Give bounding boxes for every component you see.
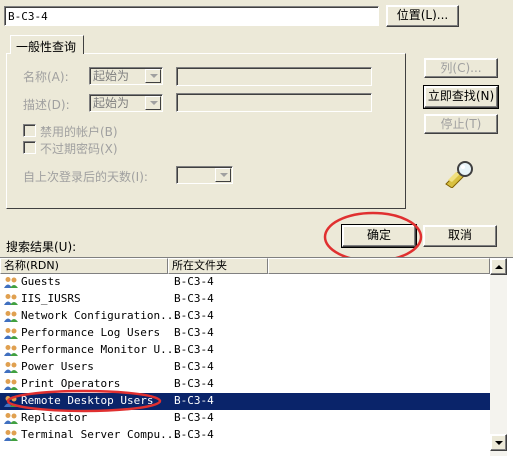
disabled-accounts-checkbox[interactable] [23, 124, 36, 137]
row-name: IIS_IUSRS [21, 292, 81, 305]
row-folder: B-C3-4 [174, 360, 214, 373]
results-list[interactable]: 名称(RDN) 所在文件夹 Guests B-C3-4 IIS_IUSRS B-C3-… [0, 257, 513, 456]
desc-label: 描述(D): [23, 98, 70, 112]
row-folder: B-C3-4 [174, 326, 214, 339]
row-name: Performance Log Users [21, 326, 161, 339]
scroll-up-button[interactable] [490, 258, 507, 275]
scroll-down-button[interactable] [490, 434, 507, 451]
column-header-empty [268, 258, 490, 274]
scroll-down-icon [495, 441, 503, 445]
tab-general-query[interactable]: 一般性查询 [10, 35, 84, 54]
group-icon [4, 294, 18, 305]
table-row[interactable]: Performance Log Users B-C3-4 [0, 325, 490, 342]
group-icon [4, 328, 18, 339]
scroll-up-icon [495, 265, 503, 269]
non-expiring-checkbox[interactable] [23, 141, 36, 154]
desc-input[interactable] [176, 93, 372, 112]
row-name: Network Configuration... [21, 309, 180, 322]
row-name: Power Users [21, 360, 94, 373]
column-header-name[interactable]: 名称(RDN) [0, 258, 168, 274]
row-name: Guests [21, 275, 61, 288]
name-mode-select[interactable]: 起始为 [89, 67, 163, 85]
desc-mode-value: 起始为 [93, 96, 130, 110]
table-row[interactable]: Terminal Server Compu... B-C3-4 [0, 427, 490, 444]
row-name: Terminal Server Compu... [21, 428, 180, 441]
stop-button[interactable]: 停止(T) [424, 114, 498, 134]
tab-label: 一般性查询 [16, 40, 77, 54]
group-icon [4, 430, 18, 441]
column-header-folder[interactable]: 所在文件夹 [168, 258, 268, 274]
row-folder: B-C3-4 [174, 411, 214, 424]
location-value: B-C3-4 [8, 10, 48, 23]
columns-button[interactable]: 列(C)... [424, 58, 498, 78]
table-row[interactable]: Power Users B-C3-4 [0, 359, 490, 376]
chevron-down-icon [145, 96, 161, 110]
row-folder: B-C3-4 [174, 275, 214, 288]
location-button[interactable]: 位置(L)... [386, 5, 459, 27]
row-folder: B-C3-4 [174, 428, 214, 441]
table-row[interactable]: IIS_IUSRS B-C3-4 [0, 291, 490, 308]
group-icon [4, 413, 18, 424]
search-flashlight-icon [445, 161, 473, 188]
group-icon [4, 311, 18, 322]
name-mode-value: 起始为 [93, 69, 130, 83]
disabled-accounts-label: 禁用的帐户(B) [40, 125, 118, 139]
row-folder: B-C3-4 [174, 377, 214, 390]
group-icon [4, 362, 18, 373]
group-icon [4, 345, 18, 356]
results-rows: Guests B-C3-4 IIS_IUSRS B-C3-4 Network Confi… [0, 274, 490, 456]
name-label: 名称(A): [23, 70, 69, 84]
non-expiring-label: 不过期密码(X) [40, 142, 118, 156]
annotation-ellipse-row [6, 389, 162, 413]
chevron-down-icon [145, 69, 161, 83]
location-field: B-C3-4 [4, 6, 379, 26]
table-row[interactable]: Performance Monitor U... B-C3-4 [0, 342, 490, 359]
row-folder: B-C3-4 [174, 394, 214, 407]
row-name: Performance Monitor U... [21, 343, 180, 356]
cancel-button[interactable]: 取消 [423, 225, 497, 247]
days-select[interactable] [176, 166, 233, 184]
row-folder: B-C3-4 [174, 292, 214, 305]
chevron-down-icon [215, 168, 231, 182]
table-row[interactable]: Guests B-C3-4 [0, 274, 490, 291]
name-input[interactable] [176, 67, 372, 86]
group-icon [4, 277, 18, 288]
vertical-scrollbar[interactable] [490, 258, 507, 456]
row-folder: B-C3-4 [174, 309, 214, 322]
days-label: 自上次登录后的天数(I): [23, 170, 148, 184]
results-label: 搜索结果(U): [6, 240, 77, 254]
desc-mode-select[interactable]: 起始为 [89, 94, 163, 112]
row-folder: B-C3-4 [174, 343, 214, 356]
table-row[interactable]: Network Configuration... B-C3-4 [0, 308, 490, 325]
find-now-button[interactable]: 立即查找(N) [423, 85, 499, 109]
